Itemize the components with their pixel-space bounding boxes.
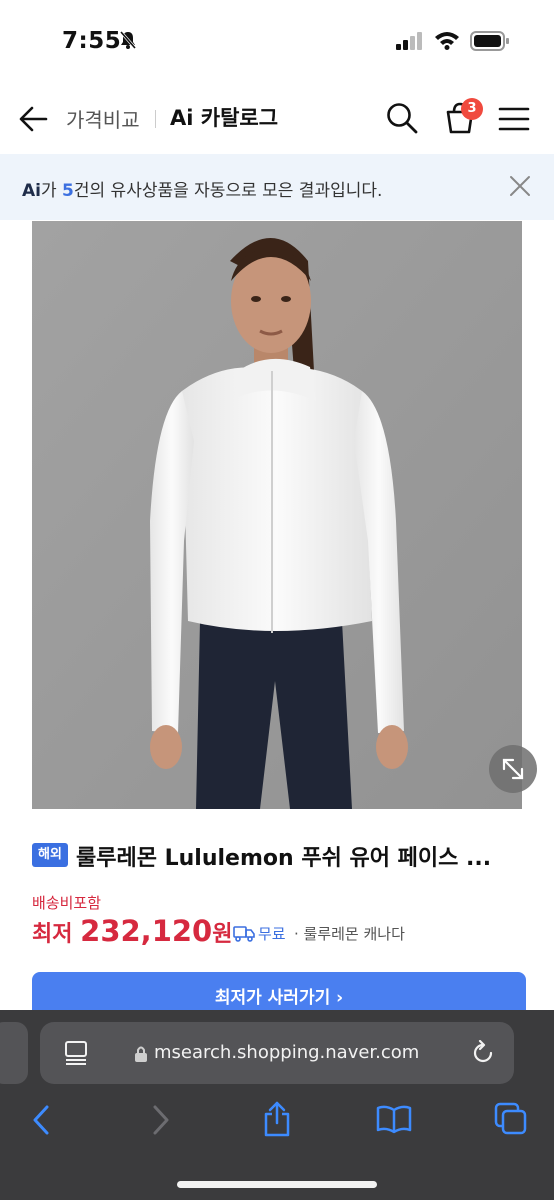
bookmarks-icon[interactable]	[376, 1104, 412, 1134]
price-prefix: 최저	[32, 922, 81, 947]
page-title: Ai 카탈로그	[170, 106, 279, 130]
url-text[interactable]: msearch.shopping.naver.com	[154, 1042, 419, 1063]
breadcrumb-price-compare[interactable]: 가격비교	[66, 104, 140, 133]
cart-count-badge: 3	[461, 98, 483, 120]
search-icon[interactable]	[384, 100, 420, 136]
status-time: 7:55	[62, 28, 122, 54]
shipping-fee: 무료	[258, 925, 286, 943]
similar-count: 5	[62, 181, 74, 201]
reload-icon[interactable]	[470, 1040, 496, 1066]
battery-icon	[470, 31, 509, 51]
ai-notice-banner: Ai가 5건의 유사상품을 자동으로 모은 결과입니다.	[0, 154, 554, 220]
cellular-signal-icon	[396, 32, 422, 50]
ai-notice-part2: 건의 유사상품을 자동으로 모은 결과입니다.	[73, 181, 383, 201]
page-menu-icon[interactable]	[64, 1040, 88, 1066]
price-value: 232,120	[80, 914, 213, 948]
wifi-icon	[435, 32, 459, 50]
close-icon[interactable]	[508, 174, 532, 198]
ai-notice-part1: 가	[40, 181, 63, 201]
shipping-included-label: 배송비포함	[32, 894, 102, 912]
product-photo-illustration	[32, 221, 522, 809]
hamburger-menu-icon[interactable]	[498, 104, 530, 134]
seller-name[interactable]: · 룰루레몬 캐나다	[294, 923, 405, 944]
bell-muted-icon	[119, 31, 137, 49]
expand-image-button[interactable]	[489, 745, 537, 793]
ai-notice-text: Ai가 5건의 유사상품을 자동으로 모은 결과입니다.	[22, 176, 382, 201]
share-icon[interactable]	[262, 1100, 292, 1138]
expand-icon	[502, 758, 524, 780]
previous-tab-peek[interactable]	[0, 1022, 28, 1084]
overseas-badge: 해외	[32, 843, 68, 867]
browser-back-icon[interactable]	[30, 1104, 52, 1136]
tabs-icon[interactable]	[494, 1102, 528, 1136]
product-title[interactable]: 룰루레몬 Lululemon 푸쉬 유어 페이스 ...	[76, 840, 536, 872]
price-unit: 원	[212, 922, 233, 947]
browser-forward-icon[interactable]	[150, 1104, 172, 1136]
breadcrumb-divider	[155, 110, 156, 128]
lock-icon	[135, 1046, 147, 1062]
back-arrow-icon[interactable]	[16, 102, 50, 136]
delivery-truck-icon	[233, 926, 255, 942]
ai-label: Ai	[22, 181, 41, 201]
product-image[interactable]	[32, 221, 522, 809]
home-indicator	[177, 1181, 377, 1188]
lowest-price: 최저 232,120원	[32, 914, 232, 954]
app-header: 가격비교 Ai 카탈로그 3	[0, 84, 554, 154]
status-bar: 7:55	[0, 0, 554, 84]
